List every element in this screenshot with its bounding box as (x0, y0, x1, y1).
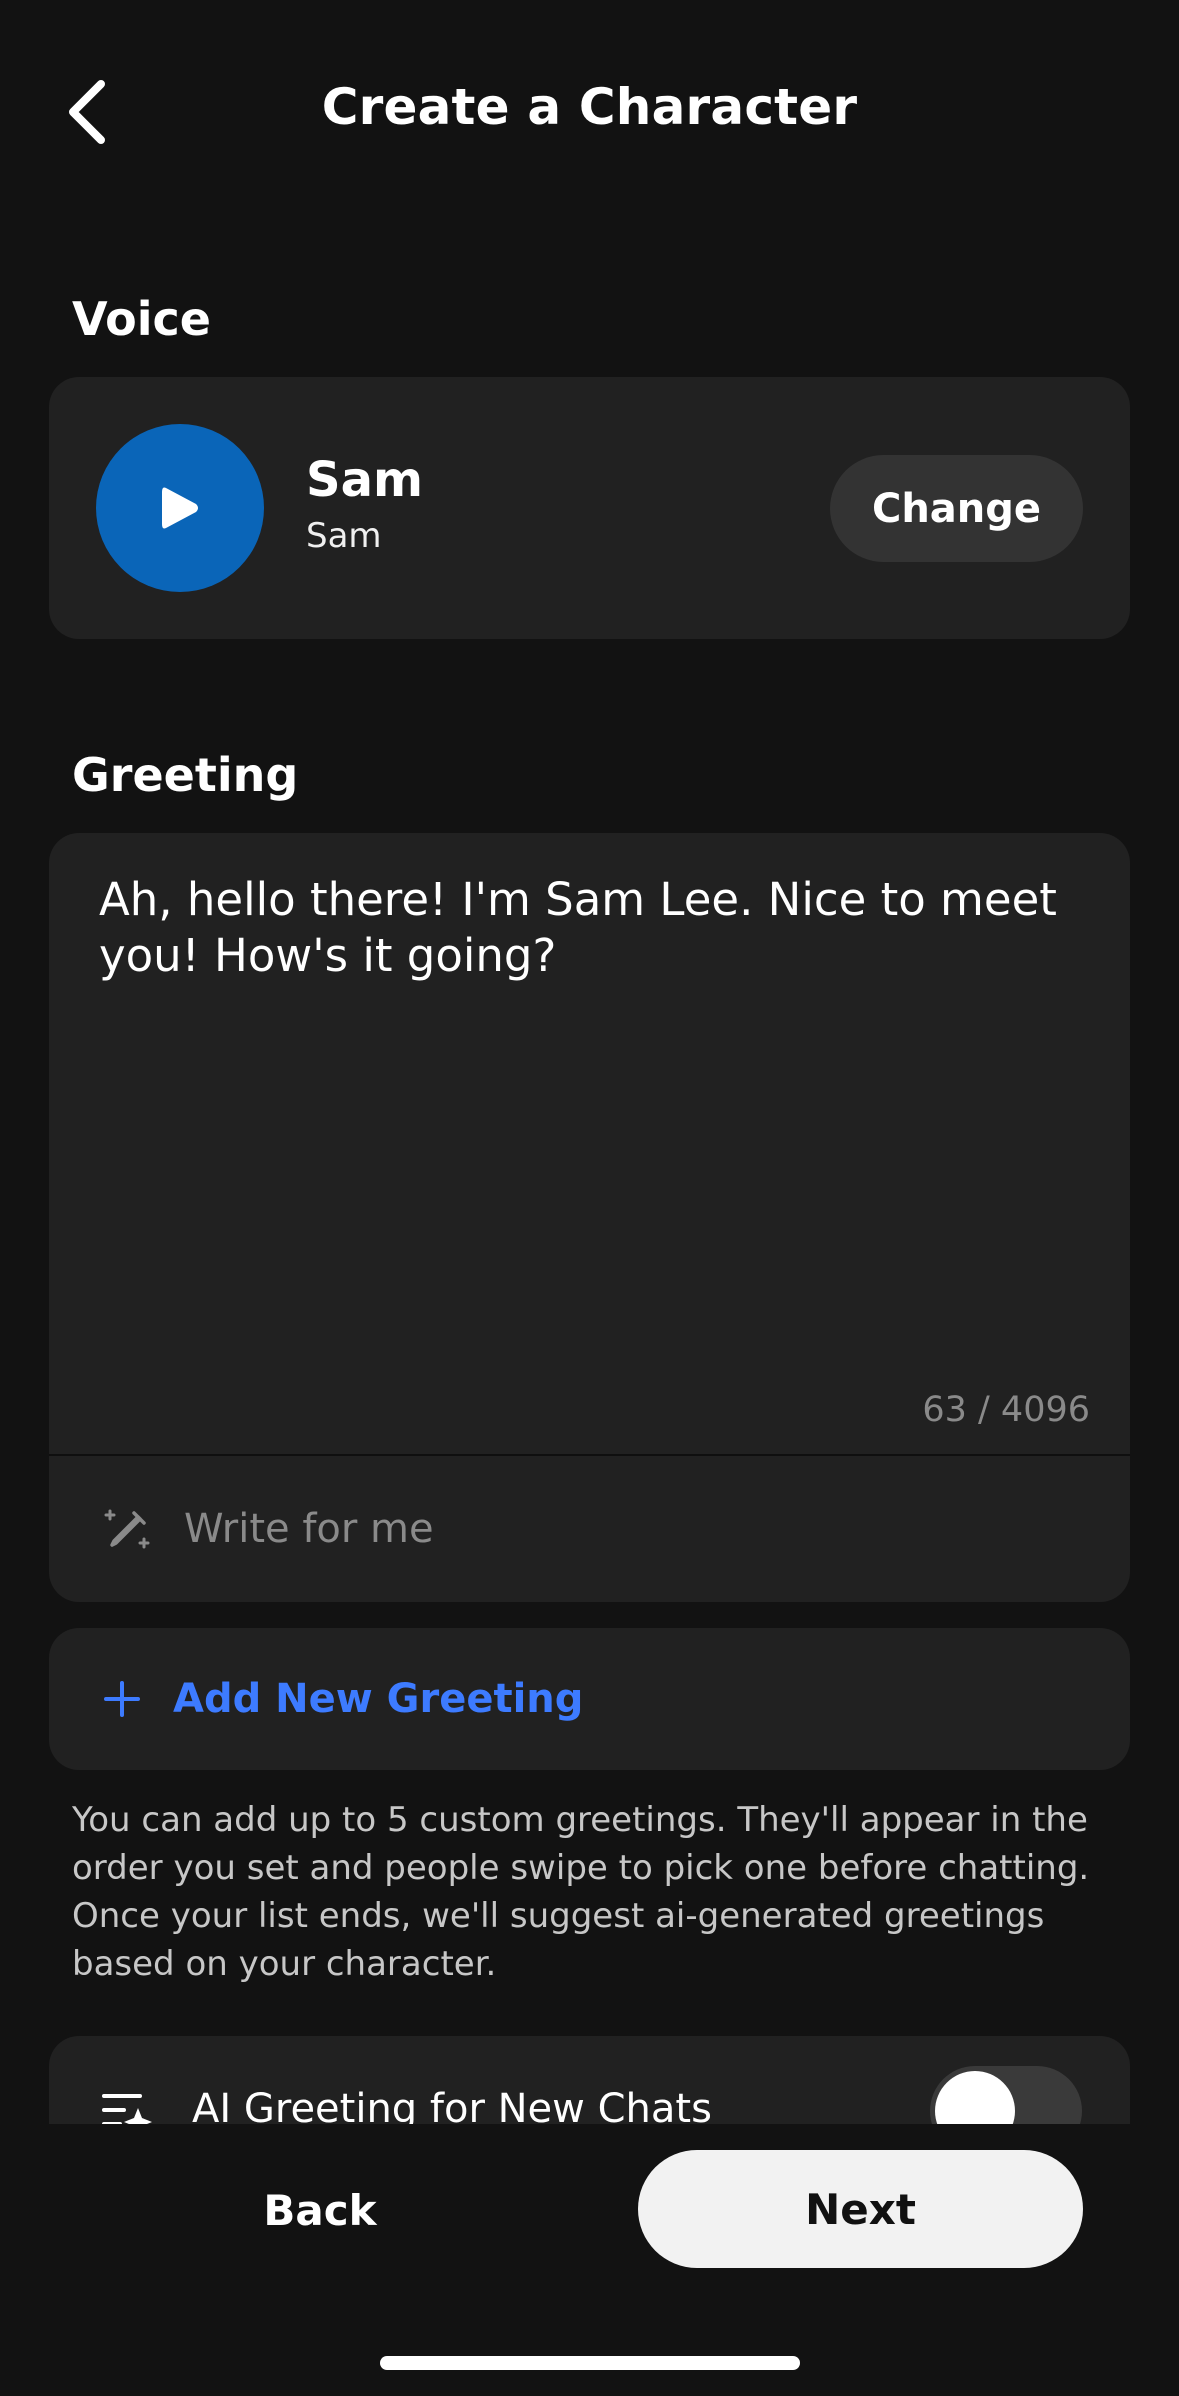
write-for-me-button[interactable]: Write for me (49, 1456, 1130, 1602)
add-new-greeting-label: Add New Greeting (173, 1676, 584, 1722)
voice-section-label: Voice (72, 292, 211, 346)
write-for-me-label: Write for me (184, 1506, 434, 1552)
add-new-greeting-button[interactable]: Add New Greeting (49, 1628, 1130, 1770)
plus-icon (101, 1678, 143, 1720)
back-button-footer[interactable]: Back (170, 2152, 470, 2268)
voice-name: Sam (306, 452, 423, 508)
change-voice-button[interactable]: Change (830, 455, 1083, 562)
home-indicator (380, 2356, 800, 2370)
character-count: 63 / 4096 (922, 1390, 1090, 1430)
play-voice-button[interactable] (96, 424, 264, 592)
greeting-section-label: Greeting (72, 748, 299, 802)
play-icon (162, 487, 198, 529)
greetings-info-text: You can add up to 5 custom greetings. Th… (72, 1800, 1090, 1984)
page-title: Create a Character (321, 78, 858, 136)
voice-subtitle: Sam (306, 516, 382, 556)
magic-pencil-icon (102, 1503, 154, 1555)
next-button[interactable]: Next (638, 2150, 1083, 2268)
greeting-textarea[interactable]: Ah, hello there! I'm Sam Lee. Nice to me… (99, 872, 1089, 984)
